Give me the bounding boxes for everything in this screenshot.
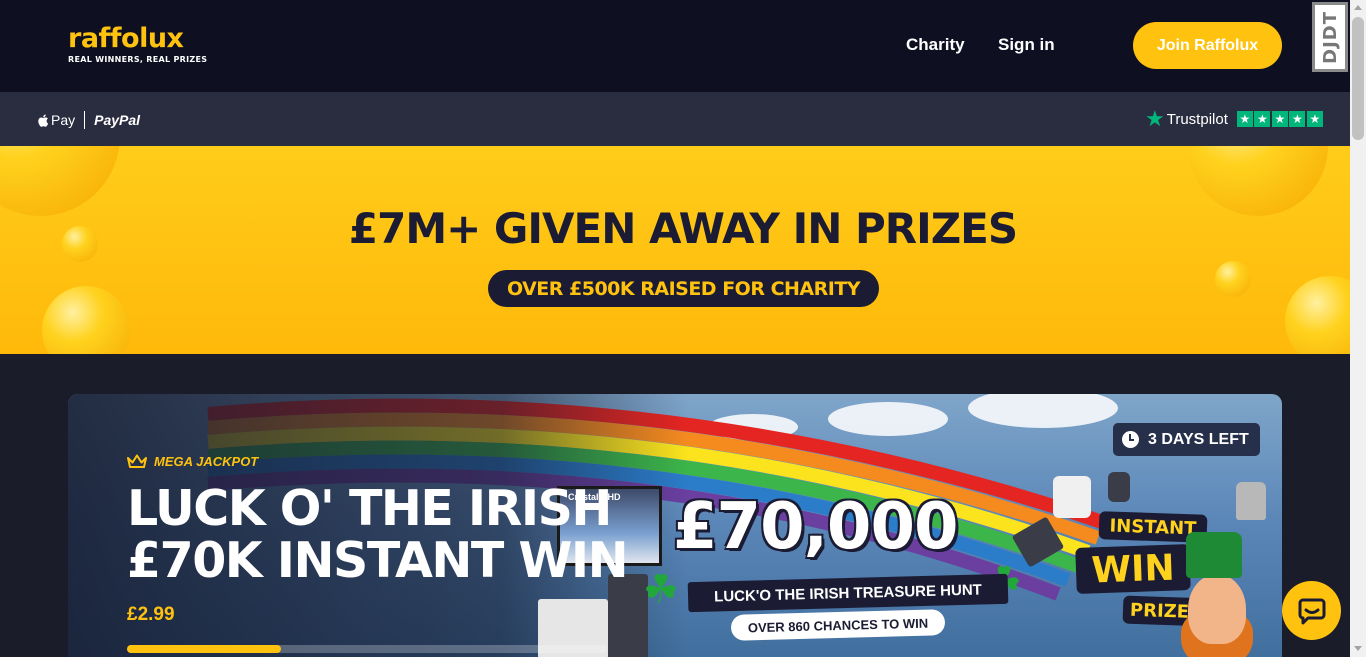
logo-wordmark: raffolux [68,23,184,54]
site-header: raffolux REAL WINNERS, REAL PRIZES Chari… [0,0,1350,92]
leprechaun-face [1188,574,1246,644]
decorative-ball [1215,261,1251,297]
scroll-thumb[interactable] [1352,17,1364,140]
ticket-price: £2.99 [127,604,175,625]
paypal-label: PayPal [94,112,141,128]
debug-toolbar-label: DJDT [1319,10,1341,64]
competition-title: LUCK O' THE IRISH £70K INSTANT WIN [127,483,687,587]
tickets-sold-progress [127,645,607,653]
prizes-given-heading: £7M+ GIVEN AWAY IN PRIZES [348,204,1018,253]
competition-title-line1: LUCK O' THE IRISH [127,480,612,537]
chat-bubble-icon [1298,598,1325,624]
mega-jackpot-badge: MEGA JACKPOT [127,454,258,469]
live-chat-button[interactable] [1282,581,1341,640]
page-scrollbar[interactable] [1350,0,1366,657]
win-label: WIN [1075,544,1191,594]
charity-raised-pill: OVER £500K RAISED FOR CHARITY [488,270,879,307]
nav-charity-link[interactable]: Charity [906,35,965,55]
progress-fill [127,645,281,653]
kettle-prize-image [1236,482,1266,520]
featured-competition-card[interactable]: Crystal UHD ☘ ☘ £70,000 LUCK'O THE IRISH… [68,394,1282,657]
clock-icon [1122,431,1139,448]
trustpilot-rating[interactable]: ★ Trustpilot ★ ★ ★ ★ ★ [1145,106,1325,131]
star-icon: ★ [1306,111,1323,127]
raffolux-logo[interactable]: raffolux REAL WINNERS, REAL PRIZES [68,23,208,65]
apple-icon [38,114,49,127]
scroll-down-arrow-icon[interactable] [1354,646,1362,651]
debug-toolbar-handle[interactable]: DJDT [1312,2,1348,72]
crown-icon [127,454,147,468]
mega-jackpot-label: MEGA JACKPOT [154,454,259,469]
speaker-prize-image [1053,476,1091,518]
watch-prize-image [1108,472,1130,502]
star-icon: ★ [1254,111,1271,127]
days-left-text: 3 DAYS LEFT [1148,430,1249,448]
apple-pay-label: Pay [51,112,76,128]
payment-trust-bar: Pay PayPal ★ Trustpilot ★ ★ ★ ★ ★ [0,92,1350,146]
stats-banner: £7M+ GIVEN AWAY IN PRIZES OVER £500K RAI… [0,146,1350,354]
decorative-ball [1285,276,1350,354]
scroll-up-arrow-icon[interactable] [1354,5,1362,10]
logo-tagline: REAL WINNERS, REAL PRIZES [68,55,208,64]
competition-title-line2: £70K INSTANT WIN [127,532,629,589]
trustpilot-star-icon: ★ [1145,106,1165,131]
decorative-ball [42,286,130,354]
join-raffolux-button[interactable]: Join Raffolux [1133,22,1282,69]
star-icon: ★ [1271,111,1288,127]
days-left-badge: 3 DAYS LEFT [1113,423,1260,456]
leprechaun-hat [1186,532,1242,578]
payment-divider [84,111,86,129]
payment-methods: Pay PayPal [38,111,140,129]
star-icon: ★ [1289,111,1306,127]
trustpilot-label: Trustpilot [1166,110,1228,128]
prize-amount-artwork: £70,000 [673,490,958,564]
star-icon: ★ [1236,111,1253,127]
nav-sign-in-link[interactable]: Sign in [998,35,1055,55]
trustpilot-stars: ★ ★ ★ ★ ★ [1236,111,1325,127]
